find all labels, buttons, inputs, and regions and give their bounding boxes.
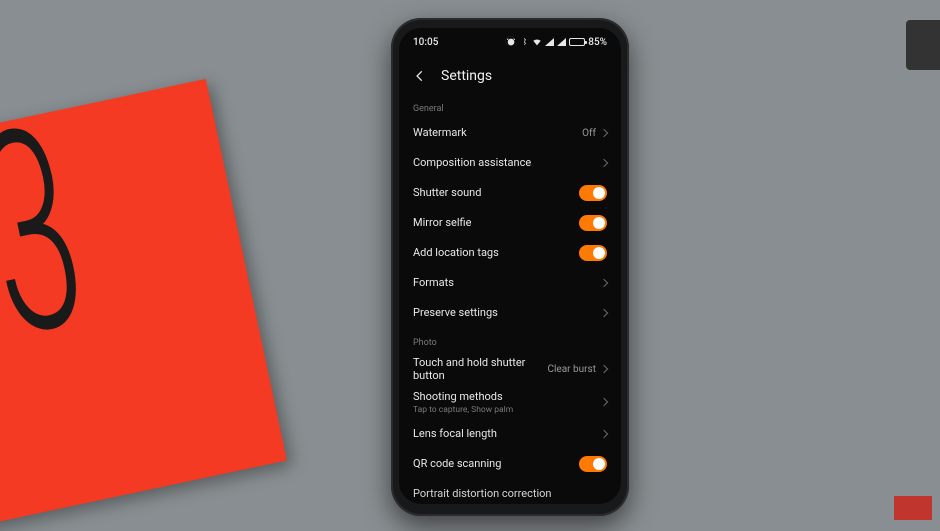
chevron-right-icon <box>600 309 608 317</box>
toggle-mirror-selfie[interactable] <box>579 215 607 231</box>
product-box-prop: 13 <box>0 79 287 531</box>
row-touch-hold-label: Touch and hold shutter button <box>413 356 539 382</box>
bluetooth-icon <box>519 37 529 47</box>
box-model-number: 13 <box>0 125 80 359</box>
row-formats[interactable]: Formats <box>413 268 607 298</box>
row-preserve-settings[interactable]: Preserve settings <box>413 298 607 328</box>
row-mirror-selfie[interactable]: Mirror selfie <box>413 208 607 238</box>
row-qr-label: QR code scanning <box>413 457 501 470</box>
section-general-label: General <box>413 104 607 114</box>
row-mirror-selfie-label: Mirror selfie <box>413 216 471 229</box>
row-touch-hold-shutter[interactable]: Touch and hold shutter button Clear burs… <box>413 352 607 386</box>
video-watermark <box>894 496 932 520</box>
toggle-qr-scanning[interactable] <box>579 456 607 472</box>
phone-screen: 10:05 85% Settings <box>399 28 621 504</box>
row-shooting-label: Shooting methods <box>413 390 513 403</box>
chevron-right-icon <box>600 129 608 137</box>
row-shutter-sound-label: Shutter sound <box>413 186 481 199</box>
row-shooting-sub: Tap to capture, Show palm <box>413 405 513 415</box>
background-object <box>906 20 940 70</box>
page-title: Settings <box>441 68 492 84</box>
settings-list[interactable]: General Watermark Off Composition assist… <box>399 94 621 504</box>
back-arrow-icon[interactable] <box>413 69 427 83</box>
row-lens-focal-length[interactable]: Lens focal length <box>413 419 607 449</box>
chevron-right-icon <box>600 398 608 406</box>
wifi-icon <box>532 37 542 47</box>
row-formats-label: Formats <box>413 276 454 289</box>
page-header: Settings <box>399 60 621 92</box>
row-preserve-label: Preserve settings <box>413 306 498 319</box>
status-bar: 10:05 85% <box>399 28 621 56</box>
alarm-icon <box>506 37 516 47</box>
row-composition-assistance[interactable]: Composition assistance <box>413 148 607 178</box>
row-qr-scanning[interactable]: QR code scanning <box>413 449 607 479</box>
row-shutter-sound[interactable]: Shutter sound <box>413 178 607 208</box>
chevron-right-icon <box>600 429 608 437</box>
row-composition-label: Composition assistance <box>413 156 531 169</box>
battery-percent: 85% <box>588 37 607 48</box>
row-lens-focal-label: Lens focal length <box>413 427 497 440</box>
toggle-location-tags[interactable] <box>579 245 607 261</box>
row-touch-hold-value: Clear burst <box>547 364 596 375</box>
chevron-right-icon <box>600 279 608 287</box>
phone-frame: 10:05 85% Settings <box>391 18 629 516</box>
chevron-right-icon <box>600 365 608 373</box>
row-watermark-label: Watermark <box>413 126 467 139</box>
row-portrait-distortion[interactable]: Portrait distortion correction <box>413 479 607 504</box>
row-watermark[interactable]: Watermark Off <box>413 118 607 148</box>
row-watermark-value: Off <box>582 128 596 139</box>
toggle-shutter-sound[interactable] <box>579 185 607 201</box>
battery-icon <box>569 38 585 46</box>
status-right-cluster: 85% <box>506 37 607 48</box>
status-time: 10:05 <box>413 37 438 48</box>
cellular-signal-icon <box>545 38 554 46</box>
row-location-tags[interactable]: Add location tags <box>413 238 607 268</box>
cellular-signal-icon-2 <box>557 38 566 46</box>
section-photo-label: Photo <box>413 338 607 348</box>
chevron-right-icon <box>600 159 608 167</box>
row-shooting-methods[interactable]: Shooting methods Tap to capture, Show pa… <box>413 386 607 418</box>
row-location-tags-label: Add location tags <box>413 246 499 259</box>
row-portrait-label: Portrait distortion correction <box>413 487 552 500</box>
